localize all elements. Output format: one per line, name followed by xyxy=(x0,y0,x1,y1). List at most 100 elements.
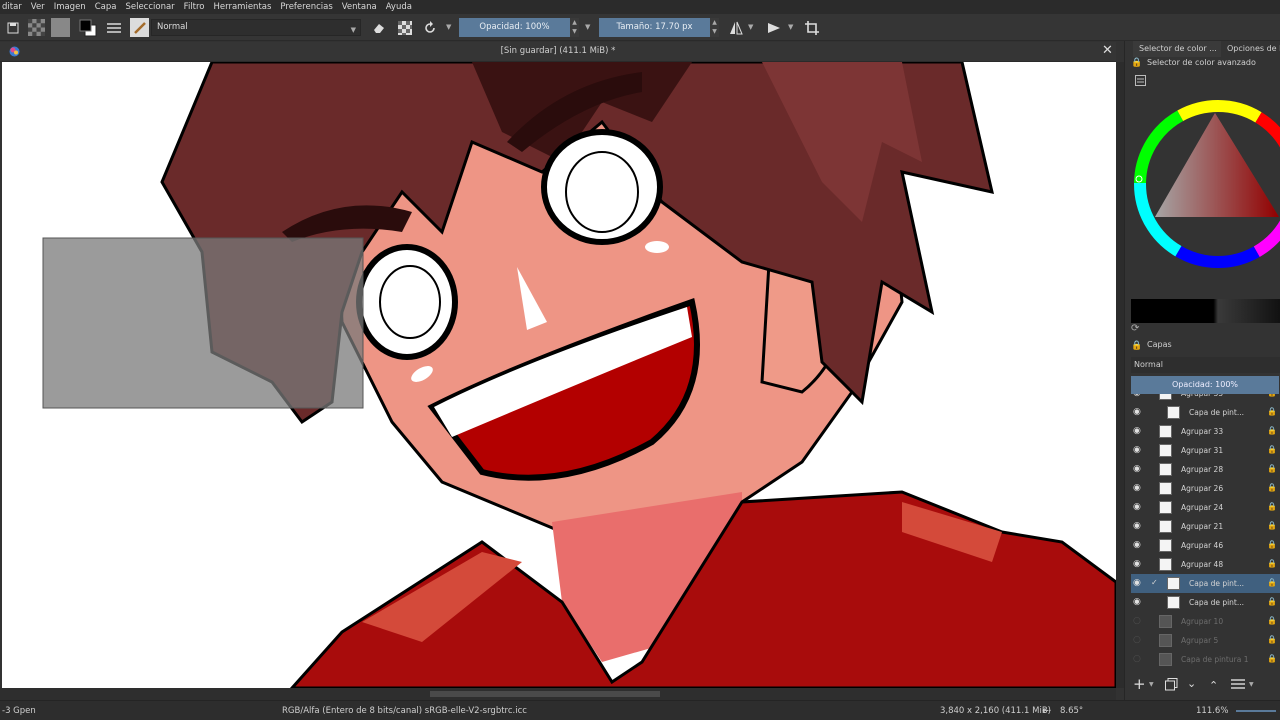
chevron-down-icon[interactable]: ▼ xyxy=(446,23,451,31)
eye-icon[interactable]: ◉ xyxy=(1133,597,1143,607)
menu-select[interactable]: Seleccionar xyxy=(125,2,174,12)
menu-help[interactable]: Ayuda xyxy=(386,2,412,12)
lock-icon[interactable]: 🔒 xyxy=(1267,616,1277,625)
crop-icon[interactable] xyxy=(802,18,821,37)
lock-icon[interactable]: 🔒 xyxy=(1131,341,1142,351)
layer-row[interactable]: ◉ Agrupar 31 🔒 xyxy=(1131,441,1280,460)
eye-icon[interactable]: ◉ xyxy=(1133,521,1143,531)
layer-row[interactable]: ◉ Agrupar 33 🔒 xyxy=(1131,422,1280,441)
layer-opacity-slider[interactable]: Opacidad: 100% xyxy=(1131,376,1279,394)
reload-preset-icon[interactable] xyxy=(420,18,439,37)
eye-icon[interactable]: ○ xyxy=(1133,635,1143,645)
lock-icon[interactable]: 🔒 xyxy=(1267,559,1277,568)
gradient-pattern-icon[interactable] xyxy=(27,18,46,37)
brush-preview-icon[interactable] xyxy=(130,18,149,37)
layer-row[interactable]: ○ Capa de pintura 1 🔒 xyxy=(1131,650,1280,669)
refresh-icon[interactable]: ⟳ xyxy=(1131,323,1142,334)
color-history-bar[interactable] xyxy=(1131,299,1280,323)
chevron-down-icon[interactable]: ▼ xyxy=(1249,681,1254,688)
mirror-vertical-icon[interactable] xyxy=(764,18,783,37)
eye-icon[interactable]: ◉ xyxy=(1133,578,1143,588)
eye-icon[interactable]: ◉ xyxy=(1133,394,1143,398)
move-layer-down-icon[interactable]: ⌄ xyxy=(1187,677,1196,690)
eye-icon[interactable]: ◉ xyxy=(1133,502,1143,512)
chevron-down-icon[interactable]: ▼ xyxy=(1149,681,1154,688)
canvas[interactable] xyxy=(2,62,1116,688)
lock-icon[interactable]: 🔒 xyxy=(1267,502,1277,511)
duplicate-layer-icon[interactable] xyxy=(1165,678,1178,691)
layer-row[interactable]: ◉ Agrupar 21 🔒 xyxy=(1131,517,1280,536)
layer-row[interactable]: ○ Agrupar 10 🔒 xyxy=(1131,612,1280,631)
layer-row[interactable]: ◉ Agrupar 26 🔒 xyxy=(1131,479,1280,498)
close-icon[interactable]: ✕ xyxy=(1102,44,1114,58)
opacity-spinner[interactable]: ▲ ▼ xyxy=(570,18,579,37)
mirror-horizontal-icon[interactable] xyxy=(726,18,745,37)
eye-icon[interactable]: ◉ xyxy=(1133,483,1143,493)
lock-icon[interactable]: 🔒 xyxy=(1267,426,1277,435)
eye-icon[interactable]: ○ xyxy=(1133,616,1143,626)
layer-row[interactable]: ◉ Agrupar 35 🔒 xyxy=(1131,394,1280,403)
eye-icon[interactable]: ◉ xyxy=(1133,426,1143,436)
vertical-scrollbar[interactable] xyxy=(1116,62,1124,688)
scrollbar-thumb[interactable] xyxy=(430,691,660,697)
horizontal-scrollbar[interactable] xyxy=(0,688,1116,700)
brush-presets-icon[interactable] xyxy=(104,18,123,37)
rotation-value[interactable]: 8.65° xyxy=(1060,706,1083,716)
layer-row[interactable]: ◉ Agrupar 48 🔒 xyxy=(1131,555,1280,574)
alpha-lock-icon[interactable] xyxy=(395,18,414,37)
layer-row[interactable]: ◉ Capa de pint... 🔒 xyxy=(1131,593,1280,612)
lock-icon[interactable]: 🔒 xyxy=(1267,483,1277,492)
eye-icon[interactable]: ○ xyxy=(1133,654,1143,664)
menu-tools[interactable]: Herramientas xyxy=(214,2,272,12)
layer-properties-icon[interactable] xyxy=(1231,678,1245,690)
layer-row[interactable]: ◉ Agrupar 24 🔒 xyxy=(1131,498,1280,517)
eye-icon[interactable]: ◉ xyxy=(1133,464,1143,474)
settings-list-icon[interactable] xyxy=(1135,75,1146,86)
lock-icon[interactable]: 🔒 xyxy=(1267,464,1277,473)
zoom-slider[interactable] xyxy=(1236,710,1276,712)
chevron-down-icon[interactable]: ▼ xyxy=(748,23,753,31)
menu-edit[interactable]: ditar xyxy=(2,2,22,12)
layer-blend-mode-select[interactable]: Normal xyxy=(1131,357,1280,373)
zoom-value[interactable]: 111.6% xyxy=(1196,706,1228,716)
eye-icon[interactable]: ◉ xyxy=(1133,445,1143,455)
opacity-slider[interactable]: Opacidad: 100% xyxy=(459,18,570,37)
layer-row[interactable]: ◉ Capa de pint... 🔒 xyxy=(1131,403,1280,422)
lock-icon[interactable]: 🔒 xyxy=(1267,407,1277,416)
layer-row[interactable]: ○ Agrupar 5 🔒 xyxy=(1131,631,1280,650)
eye-icon[interactable]: ◉ xyxy=(1133,559,1143,569)
menu-view[interactable]: Ver xyxy=(31,2,45,12)
lock-icon[interactable]: 🔒 xyxy=(1131,58,1142,68)
tab-color-selector[interactable]: Selector de color ... xyxy=(1133,41,1221,57)
lock-icon[interactable]: 🔒 xyxy=(1267,635,1277,644)
size-slider[interactable]: Tamaño: 17.70 px xyxy=(599,18,710,37)
menu-settings[interactable]: Preferencias xyxy=(280,2,332,12)
lock-icon[interactable]: 🔒 xyxy=(1267,597,1277,606)
chevron-down-icon[interactable]: ▼ xyxy=(788,23,793,31)
add-layer-icon[interactable]: + xyxy=(1133,677,1147,692)
menu-image[interactable]: Imagen xyxy=(54,2,86,12)
layer-row[interactable]: ◉ Agrupar 28 🔒 xyxy=(1131,460,1280,479)
menu-filter[interactable]: Filtro xyxy=(184,2,205,12)
save-icon[interactable] xyxy=(3,18,22,37)
menu-layer[interactable]: Capa xyxy=(95,2,117,12)
eraser-icon[interactable] xyxy=(369,18,388,37)
color-wheel[interactable] xyxy=(1133,99,1280,269)
chevron-down-icon[interactable]: ▼ xyxy=(585,23,590,31)
size-spinner[interactable]: ▲ ▼ xyxy=(710,18,719,37)
rotate-icon[interactable]: ⇠ xyxy=(1042,704,1051,717)
lock-icon[interactable]: 🔒 xyxy=(1267,521,1277,530)
layer-row[interactable]: ◉ Agrupar 46 🔒 xyxy=(1131,536,1280,555)
eye-icon[interactable]: ◉ xyxy=(1133,540,1143,550)
fg-bg-color-icon[interactable] xyxy=(78,18,97,37)
lock-icon[interactable]: 🔒 xyxy=(1267,445,1277,454)
lock-icon[interactable]: 🔒 xyxy=(1267,654,1277,663)
tab-tool-options[interactable]: Opciones de la xyxy=(1221,41,1280,57)
menu-window[interactable]: Ventana xyxy=(342,2,377,12)
pattern-swatch-icon[interactable] xyxy=(51,18,70,37)
eye-icon[interactable]: ◉ xyxy=(1133,407,1143,417)
layer-row[interactable]: ◉ ✓ Capa de pint... 🔒 xyxy=(1131,574,1280,593)
lock-icon[interactable]: 🔒 xyxy=(1267,578,1277,587)
lock-icon[interactable]: 🔒 xyxy=(1267,540,1277,549)
lock-icon[interactable]: 🔒 xyxy=(1267,394,1277,397)
